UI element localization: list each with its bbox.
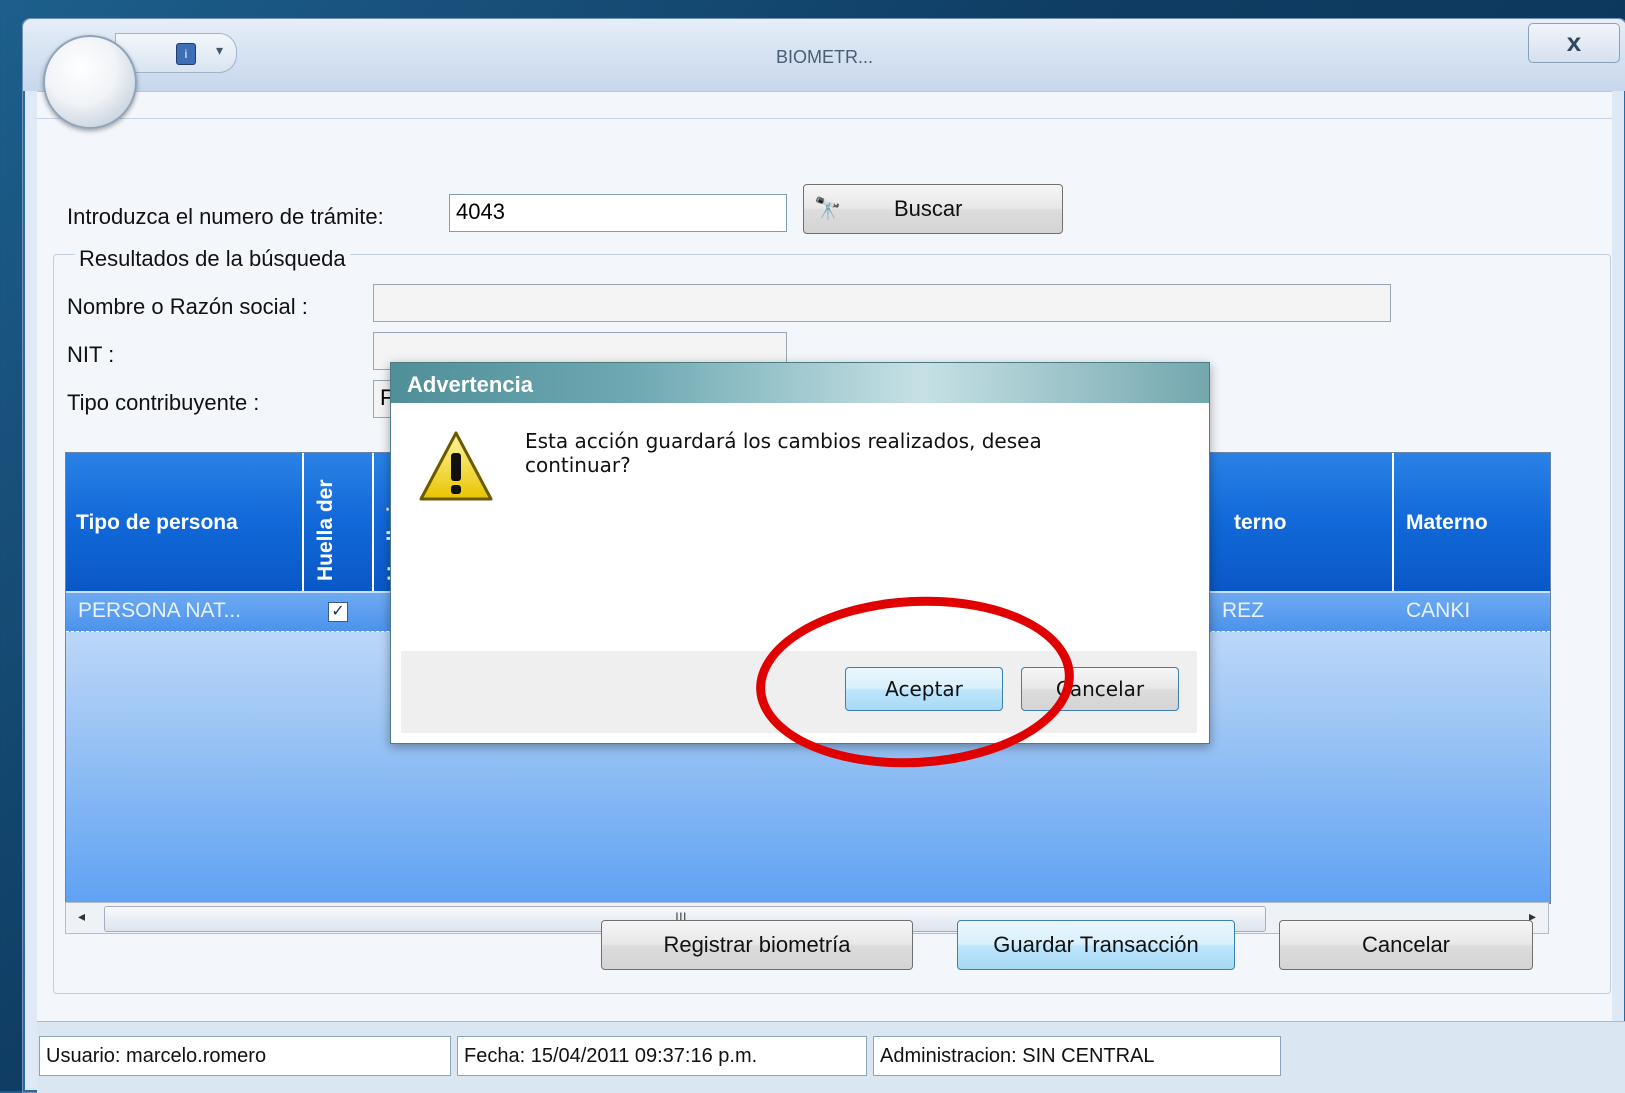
nit-label: NIT : [67,342,115,367]
registrar-biometria-button[interactable]: Registrar biometría [601,920,913,970]
tramite-label: Introduzca el numero de trámite: [67,204,384,229]
close-button[interactable]: x [1528,23,1620,63]
status-usuario: Usuario: marcelo.romero [39,1036,451,1076]
application-menu-orb[interactable] [43,35,137,129]
nombre-field[interactable] [373,284,1391,322]
dialog-button-area: Aceptar Cancelar [401,651,1197,733]
column-header-materno[interactable]: Materno [1394,453,1550,591]
column-header-tipo-persona[interactable]: Tipo de persona [66,453,304,591]
dialog-title-bar[interactable]: Advertencia [391,363,1209,403]
nombre-label: Nombre o Razón social : [67,294,308,319]
column-header-label: terno [1234,511,1287,534]
dialog-message: Esta acción guardará los cambios realiza… [525,429,1042,477]
column-header-label: Huella der [314,479,337,581]
cell-materno: CANKI [1406,599,1471,622]
tramite-input[interactable]: 4043 [449,194,787,232]
ribbon-divider [37,118,1612,119]
checkbox-huella-der[interactable]: ✓ [328,602,348,622]
status-administracion: Administracion: SIN CENTRAL [873,1036,1281,1076]
status-fecha: Fecha: 15/04/2011 09:37:16 p.m. [457,1036,867,1076]
search-button-label: Buscar [894,196,963,221]
cell-paterno: REZ [1222,599,1264,622]
column-header-label: Tipo de persona [76,511,238,534]
guardar-transaccion-button[interactable]: Guardar Transacción [957,920,1235,970]
warning-dialog: Advertencia Esta acción guardará los cam… [390,362,1210,744]
search-button[interactable]: 🔭 Buscar [803,184,1063,234]
warning-icon [419,431,493,501]
status-bar: Usuario: marcelo.romero Fecha: 15/04/201… [37,1021,1625,1093]
cell-tipo-persona: PERSONA NAT... [78,599,241,622]
column-header-huella-der[interactable]: Huella der [304,453,374,591]
results-group-label: Resultados de la búsqueda [75,246,350,272]
title-bar: i ▾ BIOMETR... x [23,19,1625,91]
tipo-contribuyente-label: Tipo contribuyente : [67,390,260,415]
dialog-title: Advertencia [407,372,533,397]
binoculars-icon: 🔭 [814,196,842,221]
scroll-left-icon[interactable]: ◂ [78,908,85,925]
aceptar-button[interactable]: Aceptar [845,667,1003,711]
window-title: BIOMETR... [775,47,873,67]
cancelar-button[interactable]: Cancelar [1279,920,1533,970]
column-header-label: Materno [1406,511,1488,534]
dialog-cancelar-button[interactable]: Cancelar [1021,667,1179,711]
